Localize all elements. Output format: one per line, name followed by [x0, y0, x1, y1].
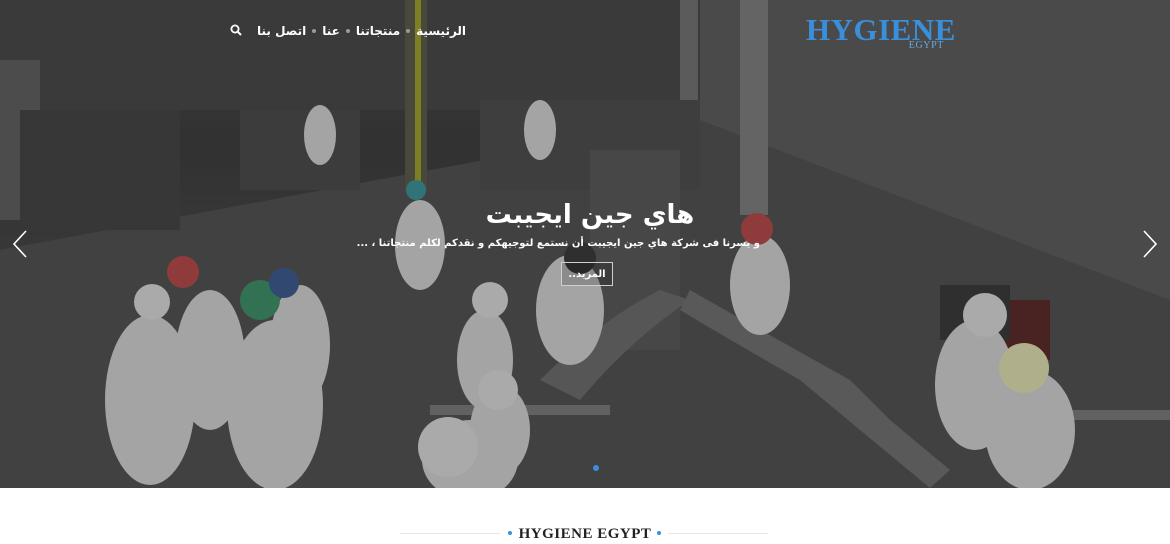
read-more-button[interactable]: المزيد.. [561, 262, 613, 286]
hero-slider: HYGIENE EGYPT الرئيسية منتجاتنا عنا اتصل… [0, 0, 1170, 488]
nav-item-home[interactable]: الرئيسية [416, 24, 466, 38]
slider-dot-active[interactable] [593, 465, 599, 471]
nav-separator [312, 29, 317, 33]
brand-logo[interactable]: HYGIENE EGYPT [806, 12, 955, 56]
chevron-left-icon[interactable] [12, 230, 28, 258]
hero-subtitle: و يسرنا فى شركة هاي جين ايجيبت أن نستمع … [356, 238, 760, 249]
heading-divider-right [668, 533, 768, 534]
nav-item-about[interactable]: عنا [322, 24, 340, 38]
nav-item-products[interactable]: منتجاتنا [356, 24, 400, 38]
hero-title: هاي جين ايجيبت [485, 200, 695, 230]
chevron-right-icon[interactable] [1142, 230, 1158, 258]
nav-separator [345, 29, 350, 33]
section-heading: HYGIENE EGYPT [400, 524, 770, 544]
logo-sub-text: EGYPT [908, 40, 944, 51]
search-icon[interactable] [230, 24, 242, 36]
heading-bullet-right [657, 531, 661, 535]
nav-item-contact[interactable]: اتصل بنا [257, 24, 306, 38]
main-nav: الرئيسية منتجاتنا عنا اتصل بنا [257, 22, 466, 40]
nav-separator [406, 29, 411, 33]
section-heading-text: HYGIENE EGYPT [518, 526, 652, 542]
